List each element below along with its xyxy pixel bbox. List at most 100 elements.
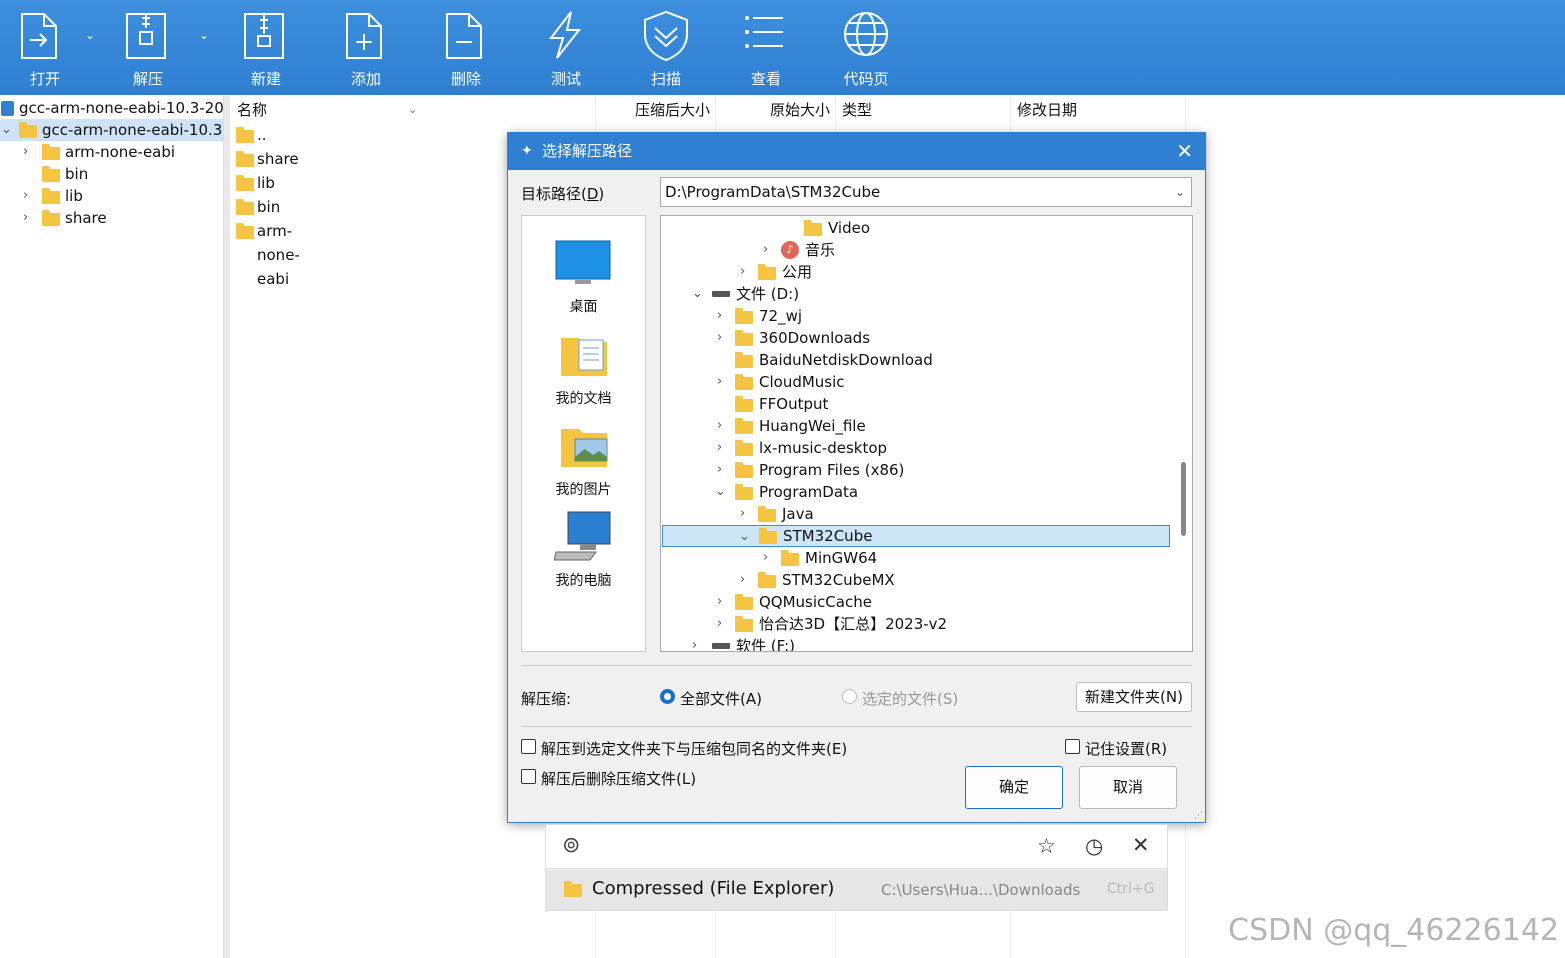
tree-item-lx-music[interactable]: › lx-music-desktop	[661, 437, 1171, 459]
close-icon[interactable]: ✕	[1176, 133, 1193, 170]
tree-item-program-files-x86[interactable]: › Program Files (x86)	[661, 459, 1171, 481]
folder-icon	[735, 616, 753, 632]
tree-item-root-folder[interactable]: ⌄ gcc-arm-none-eabi-10.3-	[0, 119, 223, 141]
chevron-right-icon[interactable]: ›	[717, 591, 722, 613]
folder-icon	[42, 188, 60, 204]
chevron-right-icon[interactable]: ›	[23, 207, 28, 229]
cancel-button[interactable]: 取消	[1079, 766, 1177, 809]
new-button[interactable]: 新建	[221, 0, 311, 95]
tree-item-mingw64[interactable]: › MinGW64	[661, 547, 1171, 569]
ok-button[interactable]: 确定	[965, 766, 1063, 809]
chevron-down-icon[interactable]: ⌄	[1175, 178, 1185, 206]
chevron-right-icon[interactable]: ›	[23, 141, 28, 163]
new-folder-button[interactable]: 新建文件夹(N)	[1076, 682, 1192, 712]
tree-item-cloudmusic[interactable]: › CloudMusic	[661, 371, 1171, 393]
chevron-down-icon[interactable]: ⌄	[692, 283, 703, 305]
tree-scrollbar[interactable]	[1176, 216, 1192, 651]
tree-item-stm32cubemx[interactable]: › STM32CubeMX	[661, 569, 1171, 591]
tools-icon[interactable]: ✕	[1132, 833, 1150, 857]
chevron-right-icon[interactable]: ›	[740, 503, 745, 525]
test-button[interactable]: 测试	[521, 0, 611, 95]
tree-item-ffoutput[interactable]: FFOutput	[661, 393, 1171, 415]
tree-item-arm-none-eabi[interactable]: › arm-none-eabi	[0, 141, 223, 163]
popup-search-bar: ⊚ ☆ ◷ ✕	[546, 825, 1167, 869]
star-icon[interactable]: ☆	[1037, 834, 1056, 858]
tree-item-huangwei[interactable]: › HuangWei_file	[661, 415, 1171, 437]
tree-item-java[interactable]: › Java	[661, 503, 1171, 525]
tree-item-stm32cube[interactable]: ⌄ STM32Cube	[662, 525, 1170, 547]
tree-item-public[interactable]: › 公用	[661, 261, 1171, 283]
extract-dropdown-icon[interactable]: ⌄	[199, 28, 209, 42]
radio-selected-files-label[interactable]: 选定的文件(S)	[862, 688, 958, 709]
checkbox-remember-settings[interactable]	[1065, 739, 1080, 754]
test-label: 测试	[550, 70, 581, 88]
extract-scope-label: 解压缩:	[521, 690, 572, 708]
chevron-right-icon[interactable]: ›	[717, 459, 722, 481]
tree-item-baidu[interactable]: BaiduNetdiskDownload	[661, 349, 1171, 371]
tree-item-lib[interactable]: › lib	[0, 185, 223, 207]
chevron-right-icon[interactable]: ›	[717, 613, 722, 635]
view-button[interactable]: 查看	[721, 0, 811, 95]
chevron-right-icon[interactable]: ›	[717, 327, 722, 349]
column-header-name[interactable]: 名称	[237, 96, 267, 124]
chevron-right-icon[interactable]: ›	[740, 261, 745, 283]
checkbox-delete-after[interactable]	[521, 769, 536, 784]
tree-item-video[interactable]: Video	[661, 217, 1171, 239]
checkbox-remember-settings-label[interactable]: 记住设置(R)	[1085, 738, 1167, 759]
scrollbar-thumb[interactable]	[1181, 462, 1186, 536]
tree-item-72wj[interactable]: › 72_wj	[661, 305, 1171, 327]
tree-item-share[interactable]: › share	[0, 207, 223, 229]
clock-icon[interactable]: ◷	[1085, 834, 1103, 858]
open-dropdown-icon[interactable]: ⌄	[85, 28, 95, 42]
chevron-right-icon[interactable]: ›	[717, 415, 722, 437]
tree-item-yiheda[interactable]: › 怡合达3D【汇总】2023-v2	[661, 613, 1171, 635]
checkbox-same-name-folder[interactable]	[521, 739, 536, 754]
delete-button[interactable]: 删除	[421, 0, 511, 95]
column-header-original-size[interactable]: 原始大小	[770, 96, 830, 124]
extract-button[interactable]: 解压	[103, 0, 193, 95]
scan-button[interactable]: 扫描	[621, 0, 711, 95]
place-my-computer[interactable]: 我的电脑	[522, 508, 645, 589]
radio-all-files[interactable]	[660, 689, 675, 704]
chevron-right-icon[interactable]: ›	[763, 547, 768, 569]
chevron-right-icon[interactable]: ›	[717, 305, 722, 327]
resize-grip-icon[interactable]: ⋰	[1194, 811, 1203, 821]
tree-item-drive-d[interactable]: ⌄ 文件 (D:)	[661, 283, 1171, 305]
place-my-documents[interactable]: 我的文档	[522, 326, 645, 407]
checkbox-delete-after-label[interactable]: 解压后删除压缩文件(L)	[541, 768, 696, 789]
chevron-right-icon[interactable]: ›	[763, 239, 768, 261]
tree-item-archive-root[interactable]: gcc-arm-none-eabi-10.3-2021	[0, 97, 223, 119]
search-icon[interactable]: ⊚	[562, 833, 580, 858]
open-button[interactable]: 打开	[0, 0, 90, 95]
chevron-right-icon[interactable]: ›	[23, 185, 28, 207]
tree-item-bin[interactable]: bin	[0, 163, 223, 185]
chevron-right-icon[interactable]: ›	[717, 371, 722, 393]
dialog-titlebar[interactable]: ✦ 选择解压路径 ✕	[508, 133, 1205, 170]
column-header-compressed-size[interactable]: 压缩后大小	[635, 96, 710, 124]
tree-item-qqmusiccache[interactable]: › QQMusicCache	[661, 591, 1171, 613]
chevron-right-icon[interactable]: ›	[692, 635, 697, 651]
chevron-down-icon[interactable]: ⌄	[715, 481, 726, 503]
chevron-right-icon[interactable]: ›	[740, 569, 745, 591]
column-header-type[interactable]: 类型	[842, 96, 872, 124]
codepage-button[interactable]: 代码页	[821, 0, 911, 95]
chevron-down-icon[interactable]: ⌄	[739, 526, 750, 548]
checkbox-same-name-folder-label[interactable]: 解压到选定文件夹下与压缩包同名的文件夹(E)	[541, 738, 847, 759]
popup-list-item[interactable]: Compressed (File Explorer) C:\Users\Hua.…	[546, 870, 1167, 910]
tree-item-programdata[interactable]: ⌄ ProgramData	[661, 481, 1171, 503]
add-button[interactable]: 添加	[321, 0, 411, 95]
list-view-icon	[745, 16, 783, 48]
column-header-modified[interactable]: 修改日期	[1017, 96, 1077, 124]
place-my-pictures[interactable]: 我的图片	[522, 417, 645, 498]
extract-label: 解压	[132, 70, 163, 88]
tree-item-drive-f[interactable]: › 软件 (F:)	[661, 635, 1171, 651]
radio-selected-files[interactable]	[842, 689, 857, 704]
target-path-combobox[interactable]: D:\ProgramData\STM32Cube ⌄	[660, 177, 1192, 207]
place-desktop[interactable]: 桌面	[522, 236, 645, 316]
tree-item-music[interactable]: › ♪ 音乐	[661, 239, 1171, 261]
chevron-down-icon[interactable]: ⌄	[1, 119, 12, 141]
tree-item-360downloads[interactable]: › 360Downloads	[661, 327, 1171, 349]
tree-item-label: 公用	[782, 263, 813, 281]
radio-all-files-label[interactable]: 全部文件(A)	[680, 688, 762, 709]
chevron-right-icon[interactable]: ›	[717, 437, 722, 459]
